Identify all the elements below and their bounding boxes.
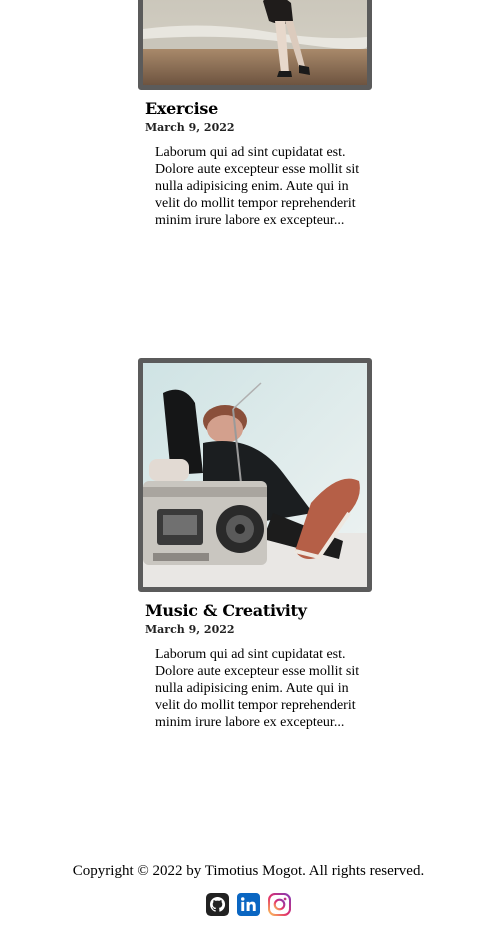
linkedin-icon <box>237 893 260 916</box>
post-excerpt: Laborum qui ad sint cupidatat est. Dolor… <box>155 647 360 730</box>
post-image[interactable] <box>138 0 372 90</box>
post-title[interactable]: Music & Creativity <box>145 601 372 621</box>
linkedin-link[interactable] <box>237 893 260 916</box>
blog-post-card[interactable]: Music & Creativity March 9, 2022 Laborum… <box>138 358 372 731</box>
page-footer: Copyright © 2022 by Timotius Mogot. All … <box>0 862 497 916</box>
post-excerpt: Laborum qui ad sint cupidatat est. Dolor… <box>155 145 360 228</box>
social-links <box>0 893 497 916</box>
github-link[interactable] <box>206 893 229 916</box>
instagram-icon <box>268 893 291 916</box>
boombox-photo <box>143 363 367 587</box>
beach-photo <box>143 0 367 85</box>
post-title[interactable]: Exercise <box>145 99 372 119</box>
instagram-link[interactable] <box>268 893 291 916</box>
post-date: March 9, 2022 <box>145 623 235 636</box>
github-icon <box>206 893 229 916</box>
post-image[interactable] <box>138 358 372 592</box>
copyright-text: Copyright © 2022 by Timotius Mogot. All … <box>72 863 425 879</box>
post-date: March 9, 2022 <box>145 121 235 134</box>
blog-post-card[interactable]: Exercise March 9, 2022 Laborum qui ad si… <box>138 0 372 229</box>
